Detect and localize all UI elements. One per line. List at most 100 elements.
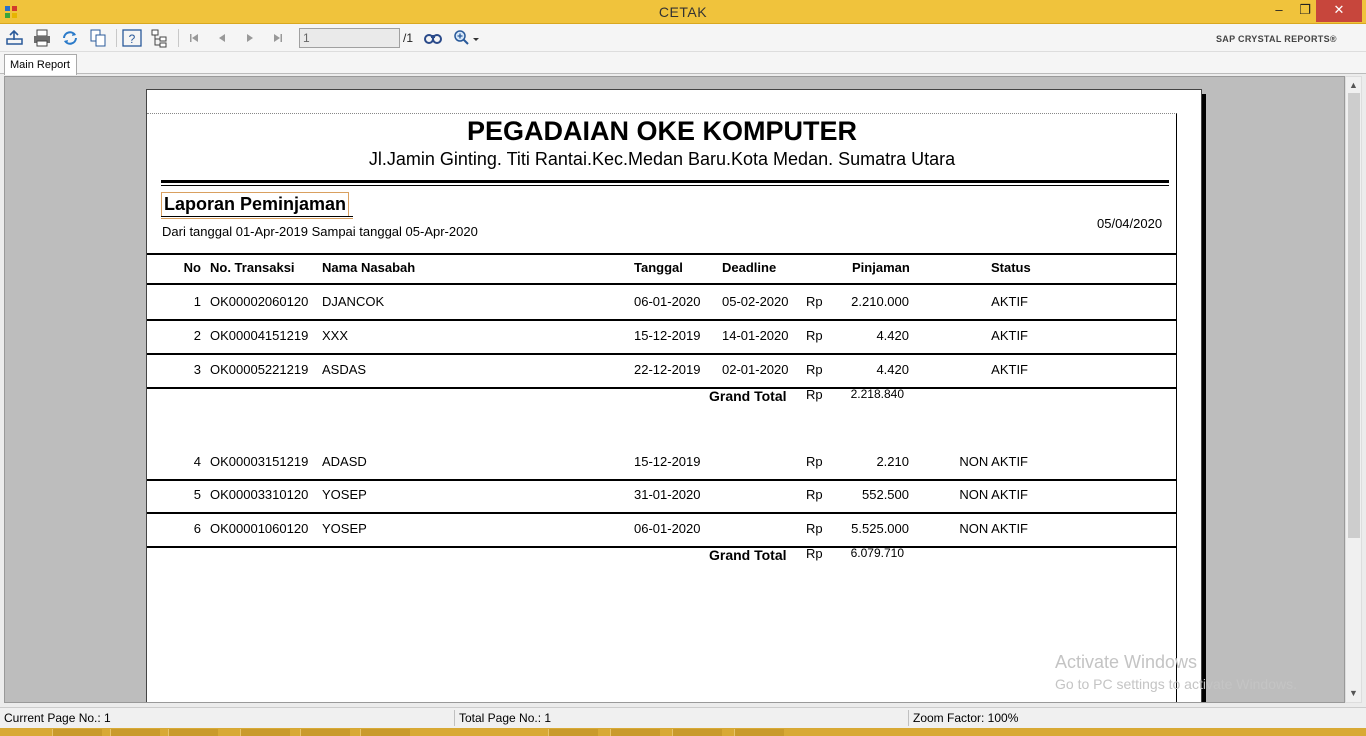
row-currency: Rp: [806, 294, 823, 309]
grand-total-label: Grand Total: [709, 388, 787, 404]
row-deadline: 14-01-2020: [722, 328, 789, 343]
svg-text:?: ?: [129, 32, 136, 46]
row-tanggal: 22-12-2019: [634, 362, 701, 377]
row-tanggal: 15-12-2019: [634, 454, 701, 469]
row-divider: [147, 319, 1177, 321]
row-trx: OK00001060120: [210, 521, 309, 536]
row-divider: [147, 512, 1177, 514]
report-page: PEGADAIAN OKE KOMPUTER Jl.Jamin Ginting.…: [146, 89, 1202, 702]
row-status: AKTIF: [991, 294, 1028, 309]
row-divider: [147, 479, 1177, 481]
row-trx: OK00002060120: [210, 294, 309, 309]
find-icon[interactable]: [422, 27, 444, 49]
row-currency: Rp: [806, 328, 823, 343]
col-header-pinjaman: Pinjaman: [852, 260, 910, 275]
row-nama: XXX: [322, 328, 349, 343]
current-page-status: Current Page No.: 1: [4, 711, 111, 725]
scroll-up-icon[interactable]: ▲: [1349, 80, 1358, 90]
row-no: 5: [193, 487, 201, 502]
row-tanggal: 31-01-2020: [634, 487, 701, 502]
copy-icon[interactable]: [87, 27, 109, 49]
row-no: 4: [193, 454, 201, 469]
row-pinjaman: 552.500: [862, 487, 909, 502]
row-status: NON AKTIF: [959, 487, 1028, 502]
total-page-status: Total Page No.: 1: [459, 711, 552, 725]
header-top-line: [147, 253, 1177, 255]
zoom-status: Zoom Factor: 100%: [913, 711, 1019, 725]
row-nama: ASDAS: [322, 362, 367, 377]
next-page-icon[interactable]: [239, 27, 261, 49]
row-trx: OK00005221219: [210, 362, 309, 377]
col-header-no: No: [183, 260, 201, 275]
row-trx: OK00004151219: [210, 328, 309, 343]
help-icon[interactable]: ?: [121, 27, 143, 49]
print-icon[interactable]: [31, 27, 53, 49]
row-deadline: 02-01-2020: [722, 362, 789, 377]
close-button[interactable]: ✕: [1316, 0, 1362, 22]
grand-total-label: Grand Total: [709, 547, 787, 563]
window-title: CETAK: [658, 4, 708, 20]
export-icon[interactable]: [4, 27, 26, 49]
header-bottom-line: [147, 283, 1177, 285]
scroll-down-icon[interactable]: ▼: [1349, 688, 1358, 698]
row-no: 3: [193, 362, 201, 377]
row-trx: OK00003310120: [210, 487, 309, 502]
taskbar: [0, 728, 1366, 736]
row-no: 6: [193, 521, 201, 536]
report-heading: Laporan Peminjaman: [161, 192, 350, 217]
col-header-status: Status: [991, 260, 1031, 275]
activation-watermark-title: Activate Windows: [1055, 652, 1198, 672]
divider-thin: [161, 185, 1169, 186]
row-status: AKTIF: [991, 328, 1028, 343]
row-status: NON AKTIF: [959, 454, 1028, 469]
zoom-icon[interactable]: [451, 27, 483, 49]
row-divider: [147, 353, 1177, 355]
company-address: Jl.Jamin Ginting. Titi Rantai.Kec.Medan …: [368, 149, 956, 169]
page-number-input[interactable]: [299, 28, 400, 48]
report-viewer[interactable]: PEGADAIAN OKE KOMPUTER Jl.Jamin Ginting.…: [4, 76, 1345, 703]
col-header-deadline: Deadline: [722, 260, 777, 275]
company-name: PEGADAIAN OKE KOMPUTER: [466, 116, 858, 146]
row-nama: YOSEP: [322, 521, 367, 536]
col-header-tanggal: Tanggal: [634, 260, 683, 275]
refresh-icon[interactable]: [59, 27, 81, 49]
grand-total-value: 6.079.710: [850, 546, 904, 560]
row-no: 1: [193, 294, 201, 309]
col-header-nama: Nama Nasabah: [322, 260, 416, 275]
row-nama: YOSEP: [322, 487, 367, 502]
status-bar: Current Page No.: 1 Total Page No.: 1 Zo…: [0, 707, 1366, 728]
tab-main-report[interactable]: Main Report: [4, 54, 77, 75]
row-tanggal: 06-01-2020: [634, 294, 701, 309]
grand-total-value: 2.218.840: [850, 387, 904, 401]
report-toolbar: ? /1 SAP CRYSTAL REPORTS®: [0, 24, 1366, 52]
group-tree-icon[interactable]: [149, 27, 171, 49]
row-trx: OK00003151219: [210, 454, 309, 469]
row-divider: [147, 387, 1177, 389]
vertical-scrollbar[interactable]: ▲ ▼: [1345, 76, 1362, 703]
first-page-icon[interactable]: [183, 27, 205, 49]
row-tanggal: 15-12-2019: [634, 328, 701, 343]
date-range: Dari tanggal 01-Apr-2019 Sampai tanggal …: [162, 224, 478, 239]
row-pinjaman: 5.525.000: [851, 521, 909, 536]
grand-total-currency: Rp: [806, 546, 823, 561]
row-currency: Rp: [806, 362, 823, 377]
print-date: 05/04/2020: [1097, 216, 1163, 231]
row-status: AKTIF: [991, 362, 1028, 377]
row-currency: Rp: [806, 521, 823, 536]
last-page-icon[interactable]: [267, 27, 289, 49]
col-header-trx: No. Transaksi: [210, 260, 295, 275]
prev-page-icon[interactable]: [211, 27, 233, 49]
row-status: NON AKTIF: [959, 521, 1028, 536]
row-tanggal: 06-01-2020: [634, 521, 701, 536]
brand-label: SAP CRYSTAL REPORTS®: [1216, 34, 1337, 44]
row-pinjaman: 4.420: [876, 328, 909, 343]
row-nama: DJANCOK: [322, 294, 385, 309]
row-deadline: 05-02-2020: [722, 294, 789, 309]
row-currency: Rp: [806, 487, 823, 502]
row-pinjaman: 2.210: [876, 454, 909, 469]
page-total-label: /1: [403, 31, 414, 45]
activation-watermark-text: Go to PC settings to activate Windows.: [1055, 676, 1297, 692]
row-nama: ADASD: [322, 454, 367, 469]
scroll-thumb[interactable]: [1348, 93, 1360, 538]
tab-strip: Main Report: [0, 52, 1366, 75]
